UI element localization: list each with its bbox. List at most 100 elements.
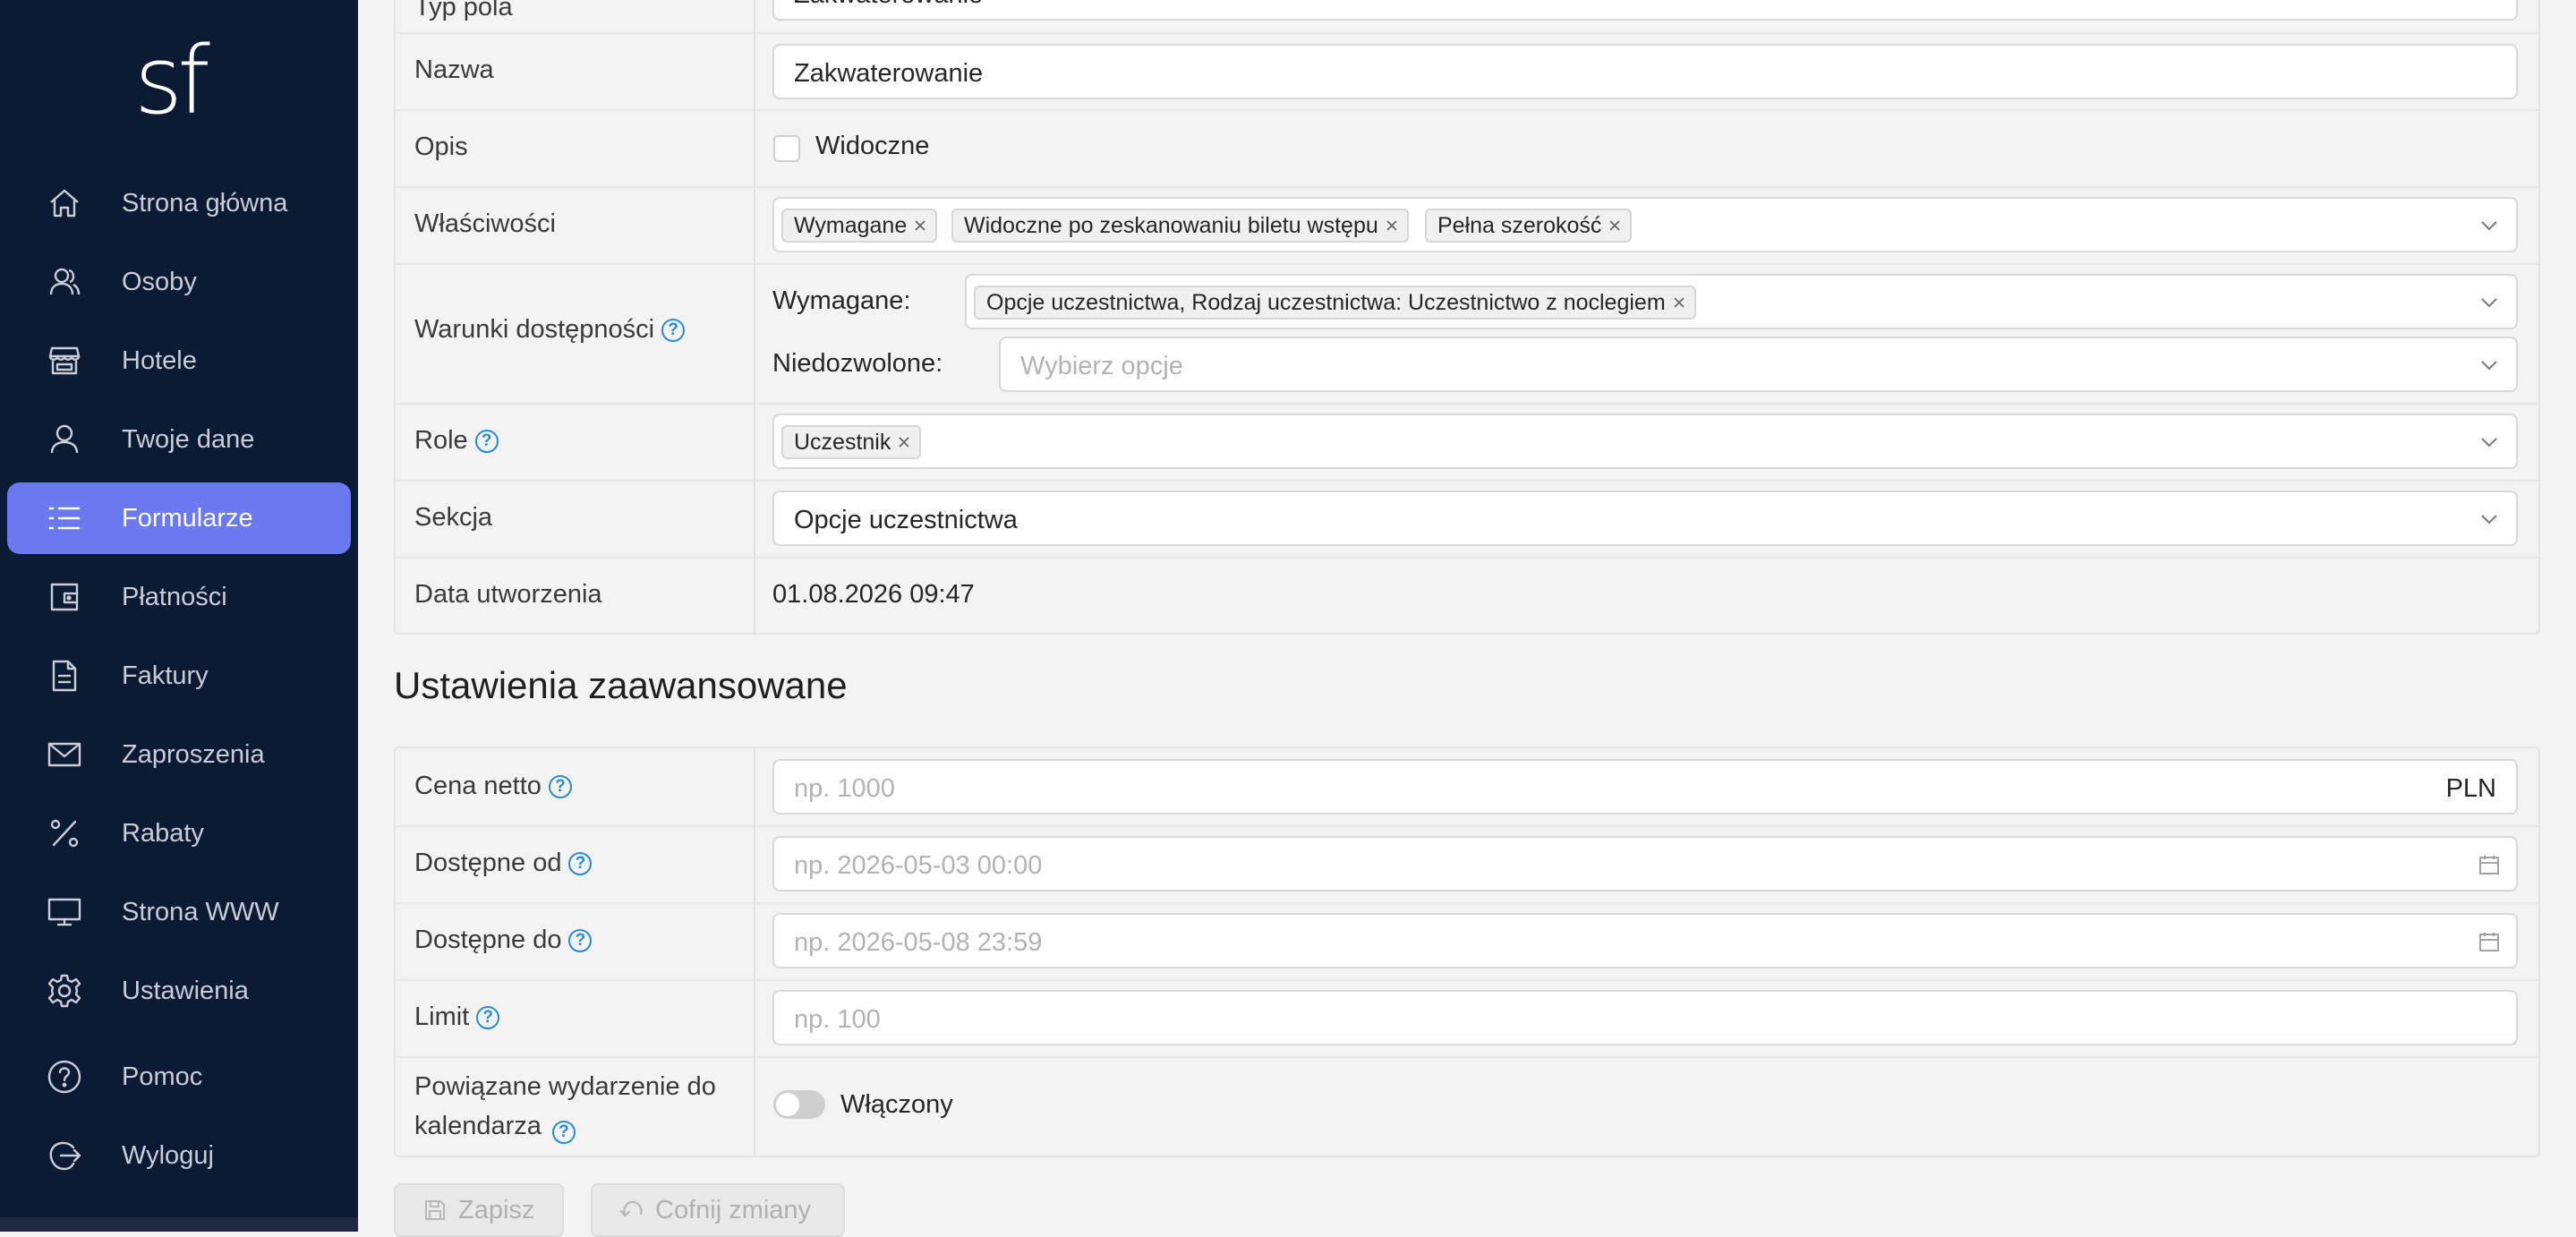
properties-label: Właściwości	[414, 209, 556, 238]
close-icon[interactable]	[913, 218, 927, 233]
row-roles: Role ? Uczestnik	[396, 403, 2538, 482]
sidebar-item-settings[interactable]: Ustawienia	[7, 955, 351, 1027]
tag-participant: Uczestnik	[781, 425, 922, 459]
chevron-down-icon[interactable]	[2478, 508, 2500, 530]
calendar-event-toggle[interactable]	[773, 1090, 825, 1119]
row-field-type: Typ pola Zakwaterowanie	[396, 0, 2538, 34]
sidebar-item-label: Strona WWW	[122, 898, 279, 926]
visible-checkbox[interactable]	[773, 135, 800, 162]
calendar-icon[interactable]	[2478, 854, 2500, 875]
revert-changes-button[interactable]: Cofnij zmiany	[591, 1183, 845, 1237]
calendar-icon[interactable]	[2478, 931, 2500, 952]
description-label: Opis	[414, 132, 468, 161]
advanced-settings-title: Ustawienia zaawansowane	[394, 664, 848, 706]
currency-label: PLN	[2445, 774, 2496, 803]
save-icon	[425, 1200, 445, 1220]
required-conditions-select[interactable]: Opcje uczestnictwa, Rodzaj uczestnictwa:…	[965, 274, 2518, 329]
sidebar-item-home[interactable]: Strona główna	[7, 167, 351, 239]
name-value: Zakwaterowanie	[794, 59, 984, 88]
row-description: Opis Widoczne	[396, 109, 2538, 188]
sidebar-item-label: Pomoc	[122, 1062, 203, 1091]
available-to-placeholder: np. 2026-05-08 23:59	[794, 928, 1043, 957]
available-to-input[interactable]: np. 2026-05-08 23:59	[772, 913, 2518, 968]
help-icon[interactable]: ?	[568, 851, 593, 875]
row-available-to: Dostępne do ? np. 2026-05-08 23:59	[396, 902, 2538, 981]
row-availability: Warunki dostępności ? Wymagane: Opcje uc…	[396, 263, 2538, 405]
row-name: Nazwa Zakwaterowanie	[396, 32, 2538, 111]
row-net-price: Cena netto ? np. 1000 PLN	[396, 748, 2538, 827]
monitor-icon	[47, 894, 82, 930]
tag-required: Wymagane	[781, 209, 938, 243]
chevron-down-icon[interactable]	[2478, 431, 2500, 453]
net-price-input[interactable]: np. 1000 PLN	[772, 759, 2518, 815]
chevron-down-icon[interactable]	[2478, 292, 2500, 313]
help-icon[interactable]: ?	[568, 928, 593, 952]
sidebar-item-logout[interactable]: Wyloguj	[7, 1120, 351, 1191]
close-icon[interactable]	[1608, 218, 1622, 233]
close-icon[interactable]	[1385, 218, 1399, 233]
help-icon[interactable]: ?	[548, 774, 572, 798]
section-select[interactable]: Opcje uczestnictwa	[772, 491, 2518, 546]
forbidden-conditions-select[interactable]: Wybierz opcje	[999, 337, 2518, 392]
sidebar-item-label: Płatności	[122, 583, 227, 611]
document-icon	[47, 658, 82, 694]
undo-icon	[619, 1200, 643, 1217]
sidebar: sf Strona główna Osoby Hotele Twoje dane…	[0, 0, 358, 1232]
section-label: Sekcja	[414, 503, 493, 532]
mail-icon	[47, 737, 82, 772]
forbidden-placeholder: Wybierz opcje	[1020, 352, 1183, 380]
sidebar-item-label: Ustawienia	[122, 977, 249, 1005]
row-section: Sekcja Opcje uczestnictwa	[396, 480, 2538, 559]
sidebar-item-label: Faktury	[122, 661, 209, 690]
tag-full-width: Pełna szerokość	[1425, 209, 1633, 243]
sidebar-item-label: Formularze	[122, 504, 253, 533]
calendar-event-toggle-label: Włączony	[840, 1090, 953, 1119]
tag-required-condition: Opcje uczestnictwa, Rodzaj uczestnictwa:…	[974, 286, 1696, 320]
row-limit: Limit ? np. 100	[396, 979, 2538, 1058]
logout-icon	[47, 1138, 82, 1173]
sidebar-item-discounts[interactable]: Rabaty	[7, 798, 351, 869]
row-calendar-event: Powiązane wydarzenie do kalendarza ? Włą…	[396, 1056, 2538, 1156]
visible-checkbox-label[interactable]: Widoczne	[815, 132, 929, 161]
tag-visible-after-scan: Widoczne po zeskanowaniu biletu wstępu	[951, 209, 1409, 243]
row-created: Data utworzenia 01.08.2026 09:47	[396, 557, 2538, 633]
close-icon[interactable]	[897, 435, 911, 449]
sidebar-item-forms[interactable]: Formularze	[7, 482, 351, 554]
field-type-label: Typ pola	[414, 0, 513, 21]
help-icon[interactable]: ?	[476, 1005, 500, 1029]
help-icon[interactable]: ?	[661, 318, 686, 342]
home-icon	[47, 185, 82, 221]
help-icon[interactable]: ?	[551, 1121, 576, 1144]
sidebar-item-hotels[interactable]: Hotele	[7, 325, 351, 397]
limit-input[interactable]: np. 100	[772, 990, 2518, 1045]
forbidden-label: Niedozwolone:	[772, 349, 943, 378]
users-icon	[47, 264, 82, 300]
gear-icon	[47, 973, 82, 1009]
sidebar-item-label: Twoje dane	[122, 425, 255, 454]
properties-multiselect[interactable]: Wymagane Widoczne po zeskanowaniu biletu…	[772, 197, 2518, 252]
sidebar-item-website[interactable]: Strona WWW	[7, 876, 351, 948]
chevron-down-icon[interactable]	[2478, 354, 2500, 376]
help-icon	[47, 1059, 82, 1095]
sidebar-item-payments[interactable]: Płatności	[7, 561, 351, 633]
available-from-input[interactable]: np. 2026-05-03 00:00	[772, 836, 2518, 891]
sidebar-item-label: Osoby	[122, 268, 197, 296]
sidebar-item-invitations[interactable]: Zaproszenia	[7, 719, 351, 790]
help-icon[interactable]: ?	[474, 429, 499, 453]
required-label: Wymagane:	[772, 286, 911, 315]
sidebar-item-your-data[interactable]: Twoje dane	[7, 404, 351, 475]
field-type-select[interactable]: Zakwaterowanie	[772, 0, 2518, 21]
sidebar-item-people[interactable]: Osoby	[7, 246, 351, 318]
section-value: Opcje uczestnictwa	[794, 506, 1018, 534]
name-input[interactable]: Zakwaterowanie	[772, 44, 2518, 99]
sidebar-item-invoices[interactable]: Faktury	[7, 640, 351, 712]
roles-multiselect[interactable]: Uczestnik	[772, 414, 2518, 469]
app-logo[interactable]: sf	[134, 27, 224, 134]
close-icon[interactable]	[1672, 295, 1686, 310]
advanced-settings-panel: Cena netto ? np. 1000 PLN Dostępne od ? …	[394, 746, 2540, 1157]
roles-label: Role ?	[414, 426, 499, 456]
save-button[interactable]: Zapisz	[394, 1183, 564, 1237]
chevron-down-icon[interactable]	[2478, 215, 2500, 236]
row-properties: Właściwości Wymagane Widoczne po zeskano…	[396, 186, 2538, 265]
sidebar-item-help[interactable]: Pomoc	[7, 1041, 351, 1113]
